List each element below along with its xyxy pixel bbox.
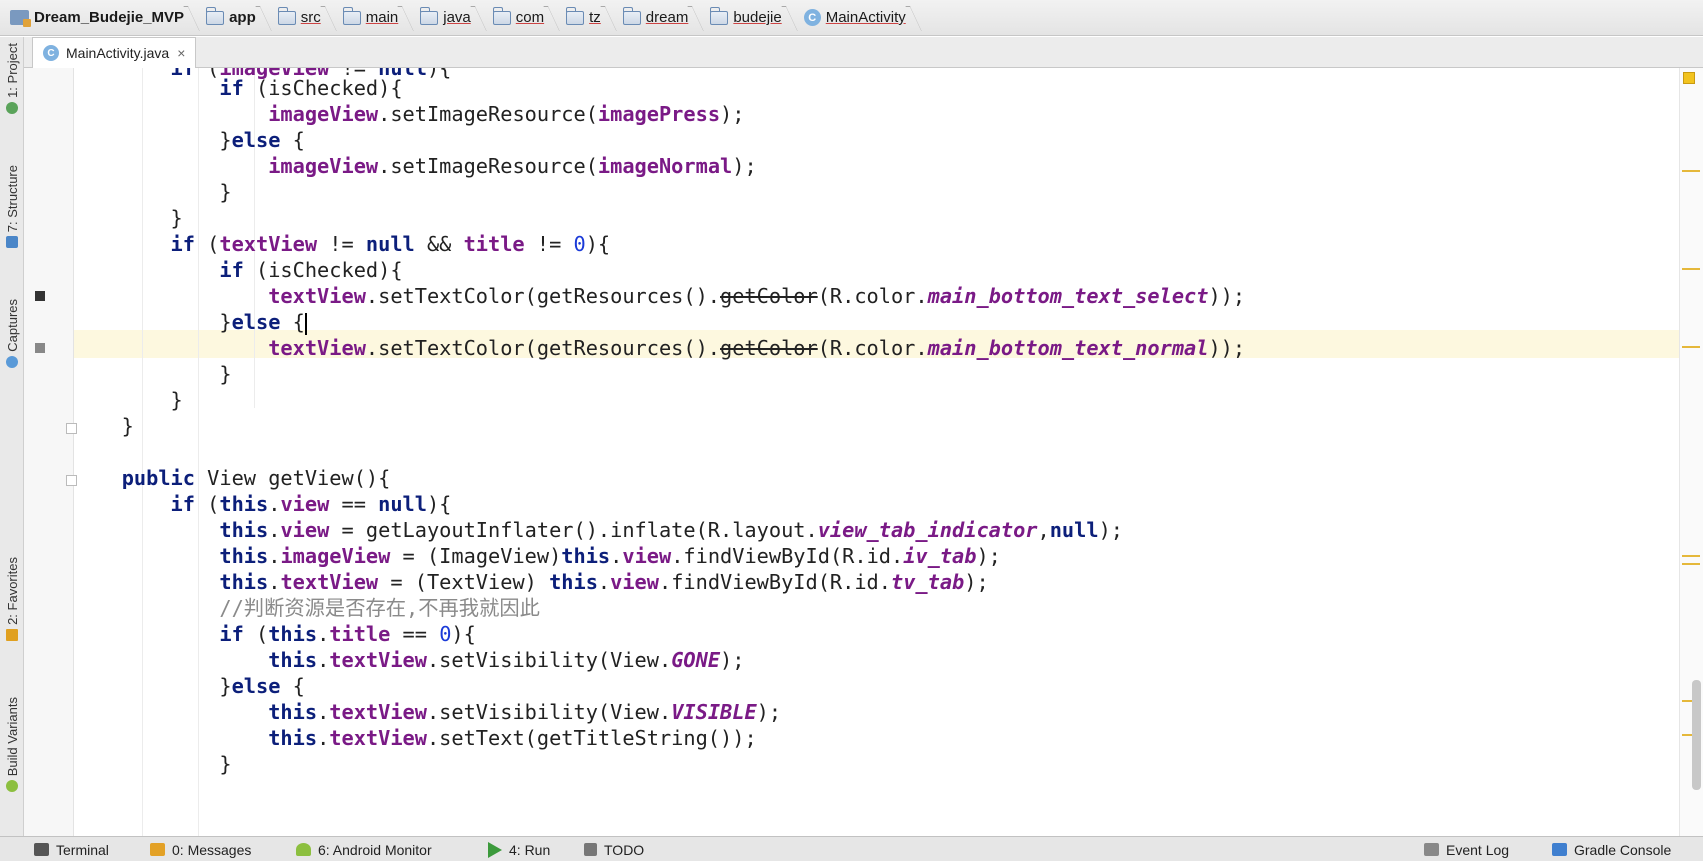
breadcrumb: Dream_Budejie_MVP app src main java com …	[0, 0, 1703, 36]
warning-icon[interactable]	[1683, 72, 1695, 84]
tool-captures[interactable]: Captures	[0, 299, 24, 368]
code-line: this.textView.setVisibility(View.GONE);	[268, 648, 745, 672]
code-line: }	[24, 206, 183, 230]
close-icon[interactable]: ×	[177, 45, 185, 61]
captures-icon	[6, 355, 18, 368]
stripe-marker[interactable]	[1682, 555, 1700, 557]
package-icon	[566, 6, 585, 25]
code-line: public View getView(){	[121, 466, 391, 490]
code-comment: //判断资源是否存在,不再我就因此	[24, 596, 540, 620]
class-icon: C	[43, 45, 59, 61]
tool-build-variants[interactable]: Build Variants	[0, 697, 24, 793]
tab-mainactivity-java[interactable]: C MainActivity.java ×	[32, 37, 197, 68]
class-icon: C	[803, 9, 821, 26]
code-line: }	[24, 362, 232, 386]
event-log-icon	[1424, 843, 1439, 856]
messages-icon	[150, 843, 165, 856]
package-icon	[622, 6, 641, 25]
tool-favorites[interactable]: 2: Favorites	[0, 557, 24, 641]
breadcrumb-project[interactable]: Dream_Budejie_MVP	[6, 0, 202, 36]
project-icon	[6, 101, 18, 114]
code-editor[interactable]: if (imageView != null){ if (isChecked){ …	[24, 68, 1703, 836]
breadcrumb-tz[interactable]: tz	[562, 0, 619, 36]
code-line: imageView.setImageResource(imagePress);	[268, 102, 745, 126]
code-line: }	[24, 388, 183, 412]
left-tool-strip: 1: Project 7: Structure Captures 2: Favo…	[0, 37, 24, 836]
terminal-icon	[34, 843, 49, 856]
editor-tab-bar: C MainActivity.java ×	[24, 37, 1703, 68]
stripe-marker[interactable]	[1682, 346, 1700, 348]
folder-icon	[342, 6, 361, 25]
code-line: }	[24, 180, 232, 204]
code-line: if (textView != null && title != 0){	[170, 232, 611, 256]
todo-icon	[584, 843, 597, 856]
android-monitor-tool-button[interactable]: 6: Android Monitor	[296, 837, 432, 861]
tool-project[interactable]: 1: Project	[0, 43, 24, 114]
code-line: if (isChecked){	[219, 258, 403, 282]
gradle-console-button[interactable]: Gradle Console	[1552, 837, 1671, 861]
code-line: textView.setTextColor(getResources().get…	[268, 284, 1246, 308]
code-line: if (isChecked){	[219, 76, 403, 100]
android-icon	[6, 780, 18, 793]
stripe-marker[interactable]	[1682, 170, 1700, 172]
code-line: this.view = getLayoutInflater().inflate(…	[219, 518, 1123, 542]
android-icon	[296, 843, 311, 856]
code-line-current: }else {	[24, 310, 307, 335]
module-icon	[10, 10, 31, 27]
structure-icon	[6, 236, 18, 249]
scrollbar-thumb[interactable]	[1692, 680, 1701, 790]
code-line: if (this.view == null){	[170, 492, 452, 516]
breadcrumb-main[interactable]: main	[339, 0, 417, 36]
terminal-tool-button[interactable]: Terminal	[34, 837, 109, 861]
code-line: }else {	[24, 674, 305, 698]
stripe-marker[interactable]	[1682, 268, 1700, 270]
code-line: }	[24, 414, 134, 438]
folder-icon	[420, 6, 439, 25]
breadcrumb-src[interactable]: src	[274, 0, 339, 36]
event-log-button[interactable]: Event Log	[1424, 837, 1509, 861]
code-line: this.textView.setVisibility(View.VISIBLE…	[268, 700, 782, 724]
package-icon	[492, 6, 511, 25]
code-line: this.textView = (TextView) this.view.fin…	[219, 570, 989, 594]
code-line: if (this.title == 0){	[219, 622, 476, 646]
code-line: imageView.setImageResource(imageNormal);	[268, 154, 757, 178]
star-icon	[6, 628, 18, 641]
text-cursor	[304, 312, 307, 335]
folder-icon	[206, 6, 225, 25]
breadcrumb-mainactivity[interactable]: C MainActivity	[800, 0, 924, 36]
code-line: }	[24, 752, 232, 776]
code-line: }else {	[24, 128, 305, 152]
tab-label: MainActivity.java	[66, 45, 170, 61]
code-line: textView.setTextColor(getResources().get…	[268, 336, 1246, 360]
status-bar: Terminal 0: Messages 6: Android Monitor …	[0, 836, 1703, 861]
breadcrumb-app[interactable]: app	[202, 0, 274, 36]
breadcrumb-com[interactable]: com	[489, 0, 562, 36]
folder-icon	[277, 6, 296, 25]
run-icon	[488, 841, 502, 858]
breadcrumb-dream[interactable]: dream	[619, 0, 707, 36]
breadcrumb-java[interactable]: java	[416, 0, 489, 36]
messages-tool-button[interactable]: 0: Messages	[150, 837, 251, 861]
todo-tool-button[interactable]: TODO	[584, 837, 644, 861]
error-stripe	[1679, 68, 1703, 836]
package-icon	[710, 6, 729, 25]
code-line: this.textView.setText(getTitleString());	[268, 726, 757, 750]
stripe-marker[interactable]	[1682, 563, 1700, 565]
run-tool-button[interactable]: 4: Run	[488, 837, 550, 861]
tool-structure[interactable]: 7: Structure	[0, 165, 24, 249]
code-line: this.imageView = (ImageView)this.view.fi…	[219, 544, 1001, 568]
gradle-console-icon	[1552, 843, 1567, 856]
breadcrumb-budejie[interactable]: budejie	[706, 0, 799, 36]
